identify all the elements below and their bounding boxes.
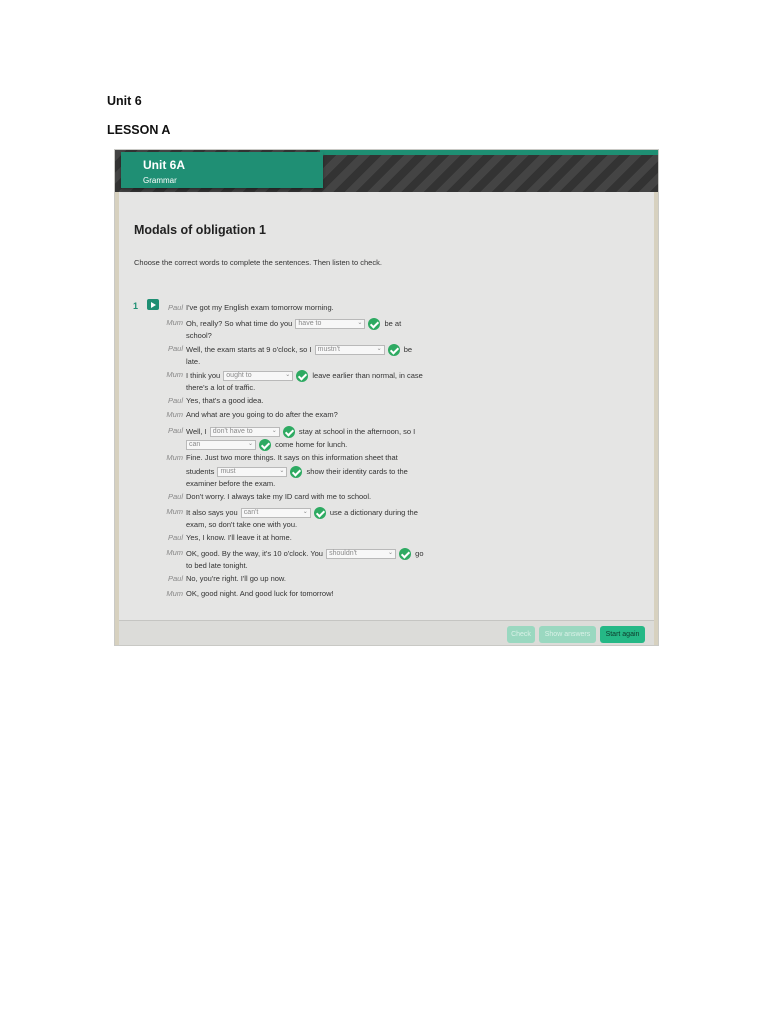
correct-check-icon — [368, 318, 381, 330]
speaker-label: Paul — [167, 574, 183, 583]
speaker-label: Mum — [166, 318, 183, 327]
dropdown-value: have to — [298, 320, 322, 327]
correct-check-icon — [399, 548, 412, 560]
answer-dropdown[interactable]: don't have to ⌄ — [209, 427, 280, 437]
line-text: No, you're right. I'll go up now. — [186, 574, 287, 583]
unit-tab: Unit 6A Grammar — [121, 152, 323, 188]
chevron-down-icon: ⌄ — [247, 441, 253, 447]
chevron-down-icon: ⌄ — [376, 346, 382, 352]
line-text: show their identity cards to the — [306, 466, 408, 476]
chevron-down-icon: ⌄ — [357, 320, 363, 326]
line-text: Fine. Just two more things. It says on t… — [186, 453, 398, 462]
line-text: Yes, that's a good idea. — [186, 396, 264, 405]
correct-check-icon — [313, 507, 326, 519]
line-text: be at — [384, 318, 402, 328]
chevron-down-icon: ⌄ — [271, 428, 277, 434]
speaker-label: Paul — [167, 344, 183, 353]
correct-check-icon — [282, 426, 295, 438]
line-text: It also says you — [186, 507, 238, 517]
line-text: to bed late tonight. — [186, 561, 248, 570]
line-text: OK, good. By the way, it's 10 o'clock. Y… — [186, 548, 323, 558]
speaker-label: Paul — [167, 426, 183, 435]
speaker-label: Mum — [166, 589, 183, 598]
answer-dropdown[interactable]: can't ⌄ — [240, 508, 311, 518]
exercise-screenshot: Unit 6A Grammar Modals of obligation 1 C… — [114, 149, 659, 646]
dropdown-value: must — [220, 468, 236, 475]
line-text: I think you — [186, 370, 221, 380]
left-frame-bar — [115, 192, 119, 645]
line-text: And what are you going to do after the e… — [186, 410, 338, 419]
show-answers-button[interactable]: Show answers — [539, 626, 596, 643]
line-text: Yes, I know. I'll leave it at home. — [186, 533, 292, 542]
line-text: Oh, really? So what time do you — [186, 318, 293, 328]
line-text: there's a lot of traffic. — [186, 383, 256, 392]
speaker-label: Paul — [167, 396, 183, 405]
answer-dropdown[interactable]: ought to ⌄ — [223, 371, 294, 381]
line-text: OK, good night. And good luck for tomorr… — [186, 589, 334, 598]
line-text: use a dictionary during the — [329, 507, 418, 517]
document-unit-heading: Unit 6 — [107, 94, 142, 108]
check-button[interactable]: Check — [507, 626, 535, 643]
speaker-label: Mum — [166, 410, 183, 419]
line-text: Well, the exam starts at 9 o'clock, so I — [186, 344, 312, 354]
answer-dropdown[interactable]: shouldn't ⌄ — [326, 549, 397, 559]
chevron-down-icon: ⌄ — [285, 372, 291, 378]
footer-toolbar: Check Show answers Start again — [119, 620, 654, 645]
question-number: 1 — [133, 301, 139, 311]
line-text: examiner before the exam. — [186, 479, 276, 488]
unit-tab-section: Grammar — [143, 176, 177, 185]
line-text: go — [415, 548, 424, 558]
speaker-label: Mum — [166, 453, 183, 462]
speaker-label: Paul — [167, 303, 183, 312]
dropdown-value: can — [189, 441, 201, 448]
start-again-button[interactable]: Start again — [600, 626, 645, 643]
right-frame-bar — [654, 192, 658, 645]
line-text: exam, so don't take one with you. — [186, 520, 298, 529]
speaker-label: Mum — [166, 370, 183, 379]
speaker-label: Paul — [167, 492, 183, 501]
header-accent-strip — [320, 150, 658, 155]
line-text: I've got my English exam tomorrow mornin… — [186, 303, 334, 312]
correct-check-icon — [387, 344, 400, 356]
answer-dropdown[interactable]: must ⌄ — [217, 467, 288, 477]
line-text: be — [403, 344, 413, 354]
speaker-label: Mum — [166, 548, 183, 557]
answer-dropdown[interactable]: have to ⌄ — [295, 319, 366, 329]
chevron-down-icon: ⌄ — [302, 509, 308, 515]
answer-dropdown[interactable]: mustn't ⌄ — [314, 345, 385, 355]
line-text: Don't worry. I always take my ID card wi… — [186, 492, 372, 501]
line-text: come home for lunch. — [275, 439, 348, 449]
speaker-label: Paul — [167, 533, 183, 542]
chevron-down-icon: ⌄ — [279, 468, 285, 474]
exercise-title: Modals of obligation 1 — [134, 223, 266, 237]
dropdown-value: don't have to — [212, 428, 253, 435]
dropdown-value: shouldn't — [329, 550, 357, 557]
line-text: students — [186, 466, 215, 476]
line-text: Well, I — [186, 426, 207, 436]
exercise-instructions: Choose the correct words to complete the… — [134, 258, 382, 267]
unit-tab-title: Unit 6A — [143, 158, 185, 172]
document-lesson-heading: LESSON A — [107, 123, 171, 137]
chevron-down-icon: ⌄ — [388, 550, 394, 556]
dropdown-value: can't — [243, 509, 259, 516]
dropdown-value: ought to — [226, 372, 252, 379]
line-text: stay at school in the afternoon, so I — [298, 426, 416, 436]
correct-check-icon — [296, 370, 309, 382]
line-text: leave earlier than normal, in case — [312, 370, 423, 380]
correct-check-icon — [290, 466, 303, 478]
correct-check-icon — [259, 439, 271, 451]
dropdown-value: mustn't — [317, 346, 340, 353]
speaker-label: Mum — [166, 507, 183, 516]
answer-dropdown[interactable]: can ⌄ — [186, 440, 256, 450]
line-text: late. — [186, 357, 201, 366]
line-text: school? — [186, 331, 212, 340]
